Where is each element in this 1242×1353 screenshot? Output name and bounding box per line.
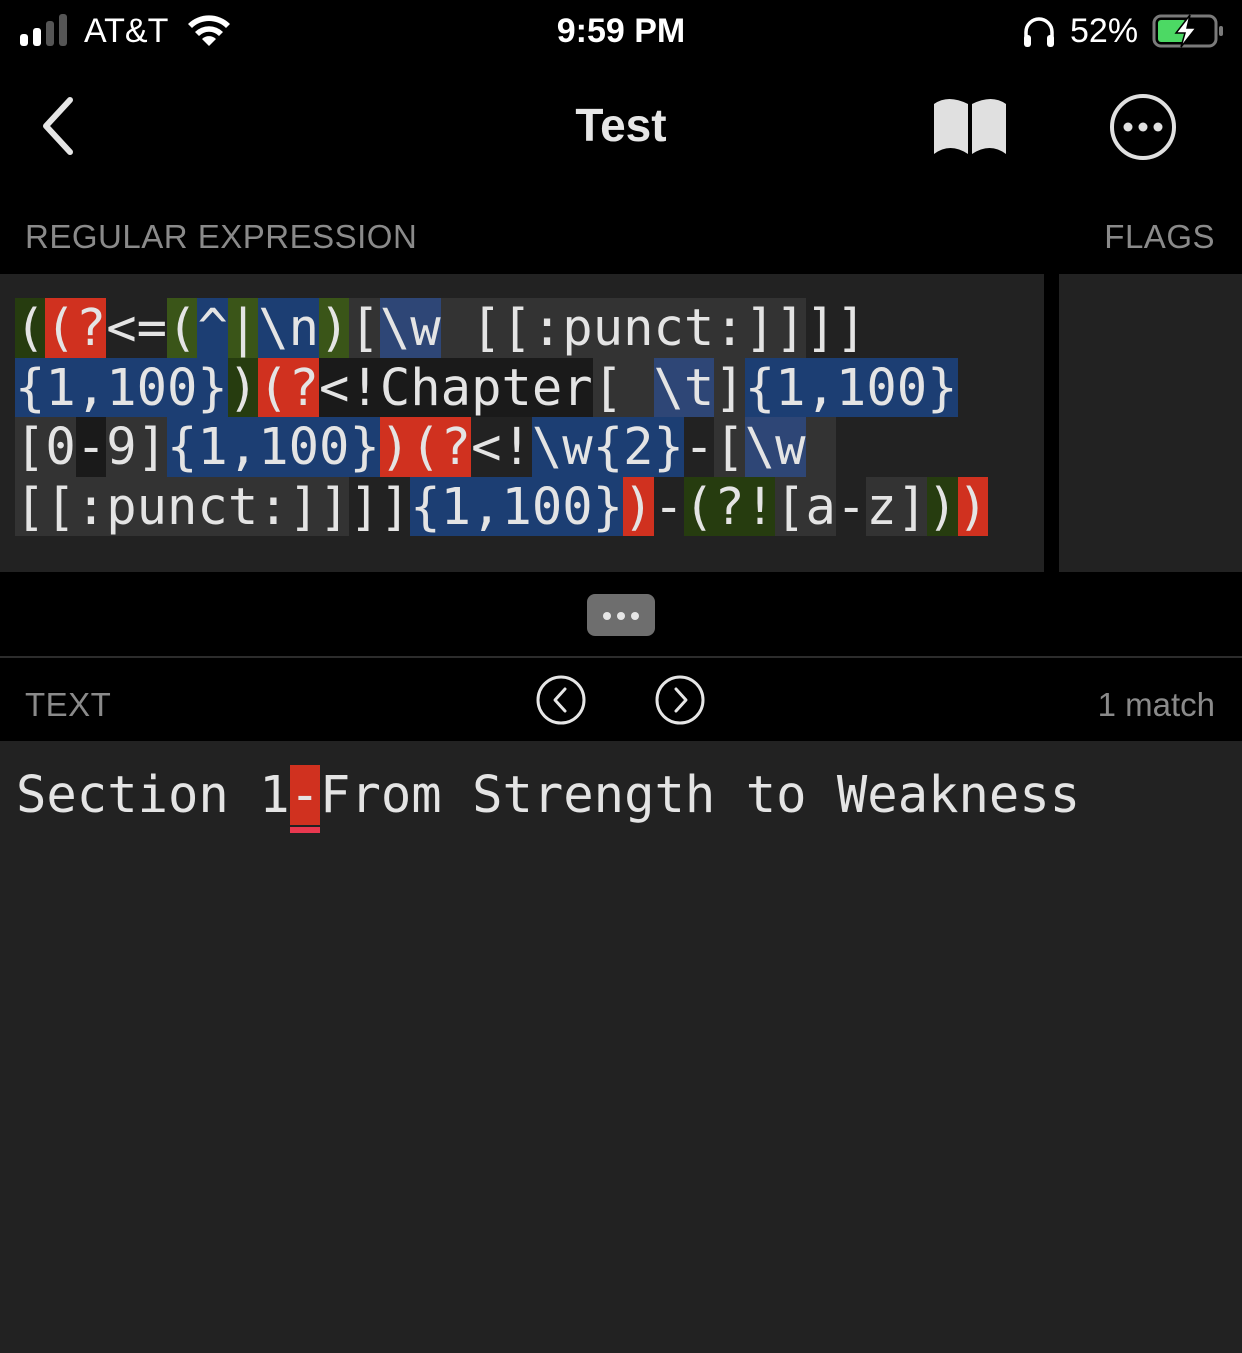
test-text-input[interactable]: Section 1-From Strength to Weakness [0,741,1242,1353]
regex-token-dark: <!Chapter [319,357,593,417]
regex-line: {1,100})(?<!Chapter[ \t]{1,100} [15,357,988,417]
regex-token-plain: - [653,476,684,536]
regex-token-gray: 9] [106,417,168,477]
regex-token-gray: z] [866,476,928,536]
splitter-handle[interactable] [587,594,655,636]
regex-token-red: )(? [379,417,472,477]
text-section-header: TEXT 1 match [0,658,1242,741]
regex-line: ((?<=(^|\n)[\w [[:punct:]]]] [15,298,988,358]
regex-token-gray: [ [714,417,745,477]
regex-token-blue: {1,100} [410,476,624,536]
regex-label: REGULAR EXPRESSION [25,218,418,255]
battery-charging-icon [1152,14,1223,48]
chevron-left-circle-icon[interactable] [536,675,586,725]
regex-token-gray: [ [349,298,380,358]
regex-token-plain: - [835,476,867,536]
flags-input[interactable] [1059,274,1242,572]
regex-token-red: (? [258,357,320,417]
regex-token-lblue: \w [379,298,441,358]
regex-token-lblue: \t [653,357,715,417]
regex-token-green: (?! [683,476,776,536]
status-bar: AT&T 9:59 PM 52% [0,0,1242,70]
regex-token-plain: ]] [805,298,867,357]
test-text-content[interactable]: Section 1-From Strength to Weakness [16,765,1081,833]
flags-label: FLAGS [1104,218,1215,255]
regex-flags-divider [1044,274,1059,572]
navigation-bar: Test [0,70,1242,190]
regex-token-lblue: \w [744,417,806,477]
regex-token-plain: - [683,417,715,476]
regex-token-red: ) [957,476,988,536]
text-label: TEXT [25,686,112,723]
battery-percent: 52% [1070,12,1139,50]
pane-splitter [0,572,1242,658]
regex-token-gray: [ [592,357,654,417]
regex-token-lgreen: ( [167,298,198,358]
regex-token-red: (? [45,298,107,358]
regex-token-blue: \w{2} [531,417,684,477]
regex-token-gray: [[:punct:]] [440,298,806,358]
regex-token-lgreen: ) [319,298,350,358]
match-count: 1 match [1097,686,1215,723]
headphones-icon [1024,17,1054,47]
chevron-left-icon[interactable] [36,94,80,158]
regex-token-red: ) [623,476,654,536]
text-after-match: From Strength to Weakness [320,765,1081,824]
match-highlight[interactable]: - [289,765,321,833]
regex-token-gray: [a [775,476,836,536]
regex-token-gray: [0 [15,417,76,477]
regex-token-green: ( [15,298,46,358]
regex-section-header: REGULAR EXPRESSION FLAGS [0,190,1242,274]
book-icon[interactable] [930,96,1010,158]
text-before-match: Section 1 [16,765,290,824]
regex-token-green: ) [927,476,958,536]
regex-input[interactable]: ((?<=(^|\n)[\w [[:punct:]]]] {1,100})(?<!… [0,274,1044,572]
regex-token-plain: ]] [349,476,411,536]
regex-token-plain: <= [106,298,168,357]
regex-token-gray: [[:punct:]] [15,476,350,536]
chevron-right-circle-icon[interactable] [655,675,705,725]
regex-token-lgreen: | [227,298,259,358]
page-title: Test [575,99,667,151]
regex-token-blue: {1,100} [15,357,228,417]
regex-token-blue: ^ [197,298,228,358]
regex-token-blue: {1,100} [744,357,958,417]
regex-highlighted-code[interactable]: ((?<=(^|\n)[\w [[:punct:]]]] {1,100})(?<!… [15,298,988,536]
regex-token-green: ) [227,357,259,417]
regex-token-gray: ] [714,357,745,417]
regex-token-blue: {1,100} [167,417,380,477]
ellipsis-circle-icon[interactable] [1108,92,1178,162]
regex-token-blue: \n [258,298,320,358]
regex-line: [[:punct:]]]]{1,100})-(?![a-z])) [15,476,988,536]
regex-line: [0-9]{1,100})(?<!\w{2}-[\w [15,417,988,477]
regex-token-dark: - [75,417,107,477]
regex-token-gray [805,417,836,477]
regex-token-plain: <! [471,417,532,476]
